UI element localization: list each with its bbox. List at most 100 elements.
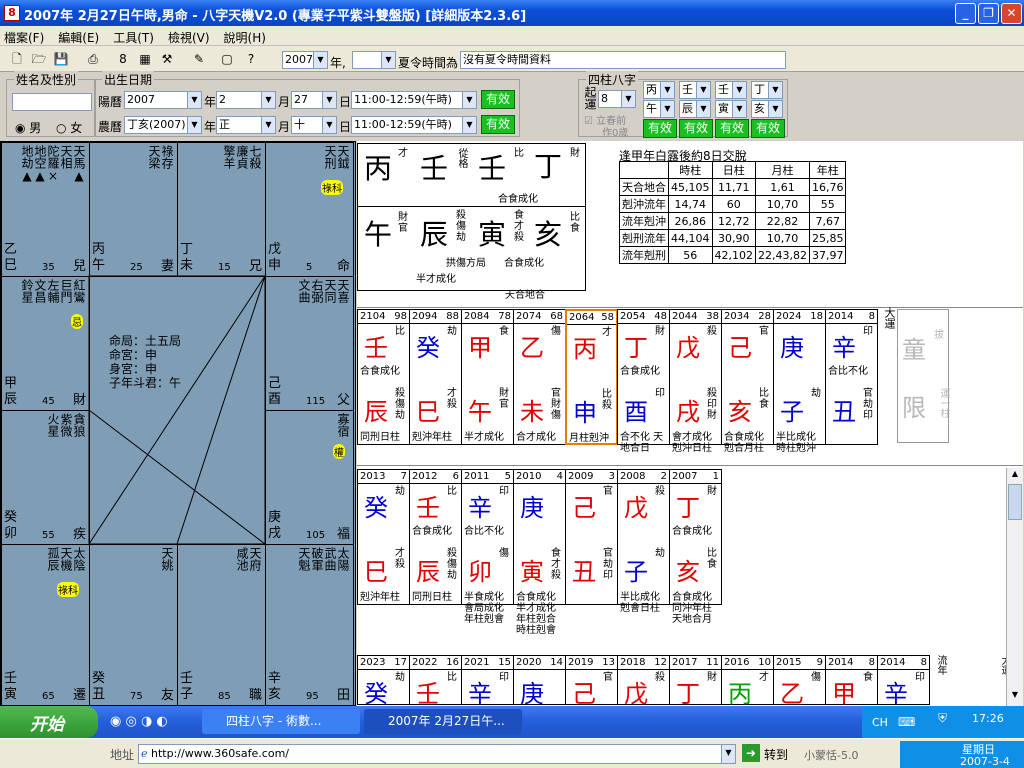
- pillar-column[interactable]: 2010 4 庚寅食才殺 合食成化 半才成化 年柱剋合 時柱剋會: [513, 469, 566, 636]
- lunar-valid-button[interactable]: 有效: [481, 115, 515, 134]
- lunar-day-select[interactable]: 十 ▼: [291, 116, 337, 134]
- solar-time-select[interactable]: 11:00-12:59(午時) ▼: [351, 91, 477, 109]
- palace-1[interactable]: 祿存 天梁 丙午 25 妻: [89, 142, 178, 277]
- ime-indicator[interactable]: CH: [872, 716, 888, 729]
- pillar-valid-button-4[interactable]: 有效: [751, 119, 785, 138]
- palace-2[interactable]: 七殺 廉貞 擎羊 丁未 15 兄: [177, 142, 266, 277]
- pillar-column[interactable]: 2021 15 辛印: [461, 655, 514, 708]
- pillar-column[interactable]: 2064 58 丙才申比殺 月柱剋沖: [565, 309, 618, 445]
- dst-field[interactable]: 沒有夏令時間資料: [460, 51, 786, 69]
- pillar-column[interactable]: 2020 14 庚: [513, 655, 566, 708]
- palace-7[interactable]: 寡宿 庚戌 105 福: [265, 410, 354, 545]
- shield-icon[interactable]: ⛨: [938, 711, 947, 726]
- pillar-column[interactable]: 2014 8 辛印合比不化丑官劫印: [825, 309, 878, 445]
- name-input[interactable]: [12, 93, 92, 111]
- pillar-column[interactable]: 2034 28 己官亥比食 合食成化 剋合月柱: [721, 309, 774, 454]
- branch-select-day[interactable]: 辰 ▼: [679, 100, 711, 118]
- pillar-column[interactable]: 2074 68 乙傷未官財傷 合才成化: [513, 309, 566, 445]
- male-radio[interactable]: ◉ 男: [15, 119, 41, 136]
- solar-year-select[interactable]: 2007 ▼: [124, 91, 202, 109]
- month-select[interactable]: ▼: [352, 51, 396, 69]
- pillar-column[interactable]: 2024 18 庚子劫半比成化 時柱剋沖: [773, 309, 826, 454]
- pillar-column[interactable]: 2012 6 壬比合食成化辰殺傷劫 同刑日柱: [409, 469, 462, 605]
- palace-0[interactable]: 天馬▲ 天相 陀羅× 地空▲ 地劫▲ 乙巳 35 兒: [1, 142, 90, 277]
- scroll-down-icon[interactable]: ▼: [1008, 690, 1022, 704]
- page-icon[interactable]: ▢: [218, 50, 236, 68]
- pillar-column[interactable]: 2019 13 己官: [565, 655, 618, 708]
- palace-5[interactable]: 天喜 天同 右弼 文曲 己酉 115 父: [265, 276, 354, 411]
- pillar-column[interactable]: 2013 7 癸劫巳才殺 剋沖年柱: [357, 469, 410, 605]
- palace-9[interactable]: 天姚 癸丑 75 友: [89, 544, 178, 706]
- pillar-stem-tag: 才: [759, 672, 769, 683]
- pillar-valid-button-3[interactable]: 有效: [715, 119, 749, 138]
- grid-icon[interactable]: ▦: [136, 50, 154, 68]
- pillar-column[interactable]: 2022 16 壬比: [409, 655, 462, 708]
- solar-valid-button[interactable]: 有效: [481, 90, 515, 109]
- go-button[interactable]: 转到: [764, 746, 788, 763]
- start-button[interactable]: 开始: [0, 706, 98, 738]
- pillar-column[interactable]: 2017 11 丁財: [669, 655, 722, 708]
- pillar-branch-note: 剋沖年柱: [412, 432, 452, 443]
- go-arrow-icon[interactable]: ➜: [742, 744, 760, 762]
- qiyun-select[interactable]: 8 ▼: [598, 90, 636, 108]
- bagua-icon[interactable]: 8: [114, 50, 132, 68]
- palace-4[interactable]: 紅鸞 巨門 左輔 文昌 鈴星 甲辰 45 財: [1, 276, 90, 411]
- branch-select-month[interactable]: 寅 ▼: [715, 100, 747, 118]
- palace-6[interactable]: 貪狼 紫微 火星 癸卯 55 疾: [1, 410, 90, 545]
- pillar-column[interactable]: 2009 3 己官丑官劫印: [565, 469, 618, 605]
- print-icon[interactable]: ⎙: [84, 50, 102, 68]
- palace-10[interactable]: 天府 咸池 壬子 85 職: [177, 544, 266, 706]
- close-button[interactable]: ✕: [1001, 3, 1022, 24]
- stem-month: 壬: [478, 152, 507, 185]
- help-icon[interactable]: ?: [242, 50, 260, 68]
- pillar-column[interactable]: 2007 1 丁財合食成化亥比食 合食成化 同沖年柱 天地合月: [669, 469, 722, 625]
- open-folder-icon[interactable]: 🗁: [30, 50, 48, 68]
- pillar-column[interactable]: 2015 9 乙傷: [773, 655, 826, 708]
- solar-month-select[interactable]: 2 ▼: [216, 91, 276, 109]
- pillar-column[interactable]: 2014 8 甲食: [825, 655, 878, 708]
- pillar-column[interactable]: 2018 12 戊殺: [617, 655, 670, 708]
- branch-select-year[interactable]: 亥 ▼: [751, 100, 783, 118]
- eraser-icon[interactable]: ✎: [190, 50, 208, 68]
- lunar-year-select[interactable]: 丁亥(2007) ▼: [124, 116, 202, 134]
- stem-select-month[interactable]: 壬 ▼: [715, 81, 747, 99]
- year-select[interactable]: 2007 ▼: [282, 51, 328, 69]
- address-input[interactable]: ℯ http://www.360safe.com/ ▼: [138, 744, 736, 764]
- scroll-thumb[interactable]: [1008, 484, 1022, 520]
- quicklaunch-icons[interactable]: ◉ ◎ ◑ ◐: [110, 714, 168, 729]
- task-button-2[interactable]: 2007年 2月27日午...: [364, 709, 522, 734]
- pillar-stem-tag: 殺: [655, 486, 665, 497]
- pillar-column[interactable]: 2023 17 癸劫: [357, 655, 410, 708]
- minimize-button[interactable]: _: [955, 3, 976, 24]
- pillar-column[interactable]: 2011 5 辛印合比不化卯傷半食成化 會局成化 年柱剋會: [461, 469, 514, 625]
- scroll-up-icon[interactable]: ▲: [1008, 469, 1022, 483]
- female-radio[interactable]: ○ 女: [56, 119, 82, 136]
- palace-11[interactable]: 太陽 武曲 破軍 天魁 辛亥 95 田: [265, 544, 354, 706]
- save-icon[interactable]: 💾: [52, 50, 70, 68]
- chart-scrollbar[interactable]: ▲ ▼: [1006, 468, 1023, 706]
- pillar-column[interactable]: 2084 78 甲食午財官 半才成化: [461, 309, 514, 445]
- maximize-button[interactable]: ❐: [978, 3, 999, 24]
- pillar-column[interactable]: 2014 8 辛印: [877, 655, 930, 708]
- task-button-1[interactable]: 四柱八字 - 術數...: [202, 709, 360, 734]
- pillar-column[interactable]: 2094 88 癸劫巳才殺 剋沖年柱: [409, 309, 462, 445]
- pillar-column[interactable]: 2054 48 丁財合食成化酉印合不化 天地合日: [617, 309, 670, 454]
- lunar-time-select[interactable]: 11:00-12:59(午時) ▼: [351, 116, 477, 134]
- pillar-valid-button-1[interactable]: 有效: [643, 119, 677, 138]
- pillar-column[interactable]: 2104 98 壬比合食成化辰殺傷劫 同刑日柱: [357, 309, 410, 445]
- lunar-month-select[interactable]: 正 ▼: [216, 116, 276, 134]
- pillar-column[interactable]: 2016 10 丙才: [721, 655, 774, 708]
- tools-icon[interactable]: ⚒: [158, 50, 176, 68]
- palace-8[interactable]: 太陰 天機 孤辰 壬寅 65 遷: [1, 544, 90, 706]
- pillar-valid-button-2[interactable]: 有效: [679, 119, 713, 138]
- stem-select-day[interactable]: 壬 ▼: [679, 81, 711, 99]
- branch-select-hour[interactable]: 午 ▼: [643, 100, 675, 118]
- keyboard-icon[interactable]: ⌨: [898, 715, 915, 729]
- new-file-icon[interactable]: 🗋: [8, 50, 26, 68]
- pillar-column[interactable]: 2044 38 戊殺戌殺印財 會才成化 剋沖日柱: [669, 309, 722, 454]
- palace-3[interactable]: 天鉞 天刑 戊申 5 命: [265, 142, 354, 277]
- stem-select-hour[interactable]: 丙 ▼: [643, 81, 675, 99]
- stem-select-year[interactable]: 丁 ▼: [751, 81, 783, 99]
- pillar-column[interactable]: 2008 2 戊殺子劫半比成化 剋會日柱: [617, 469, 670, 614]
- solar-day-select[interactable]: 27 ▼: [291, 91, 337, 109]
